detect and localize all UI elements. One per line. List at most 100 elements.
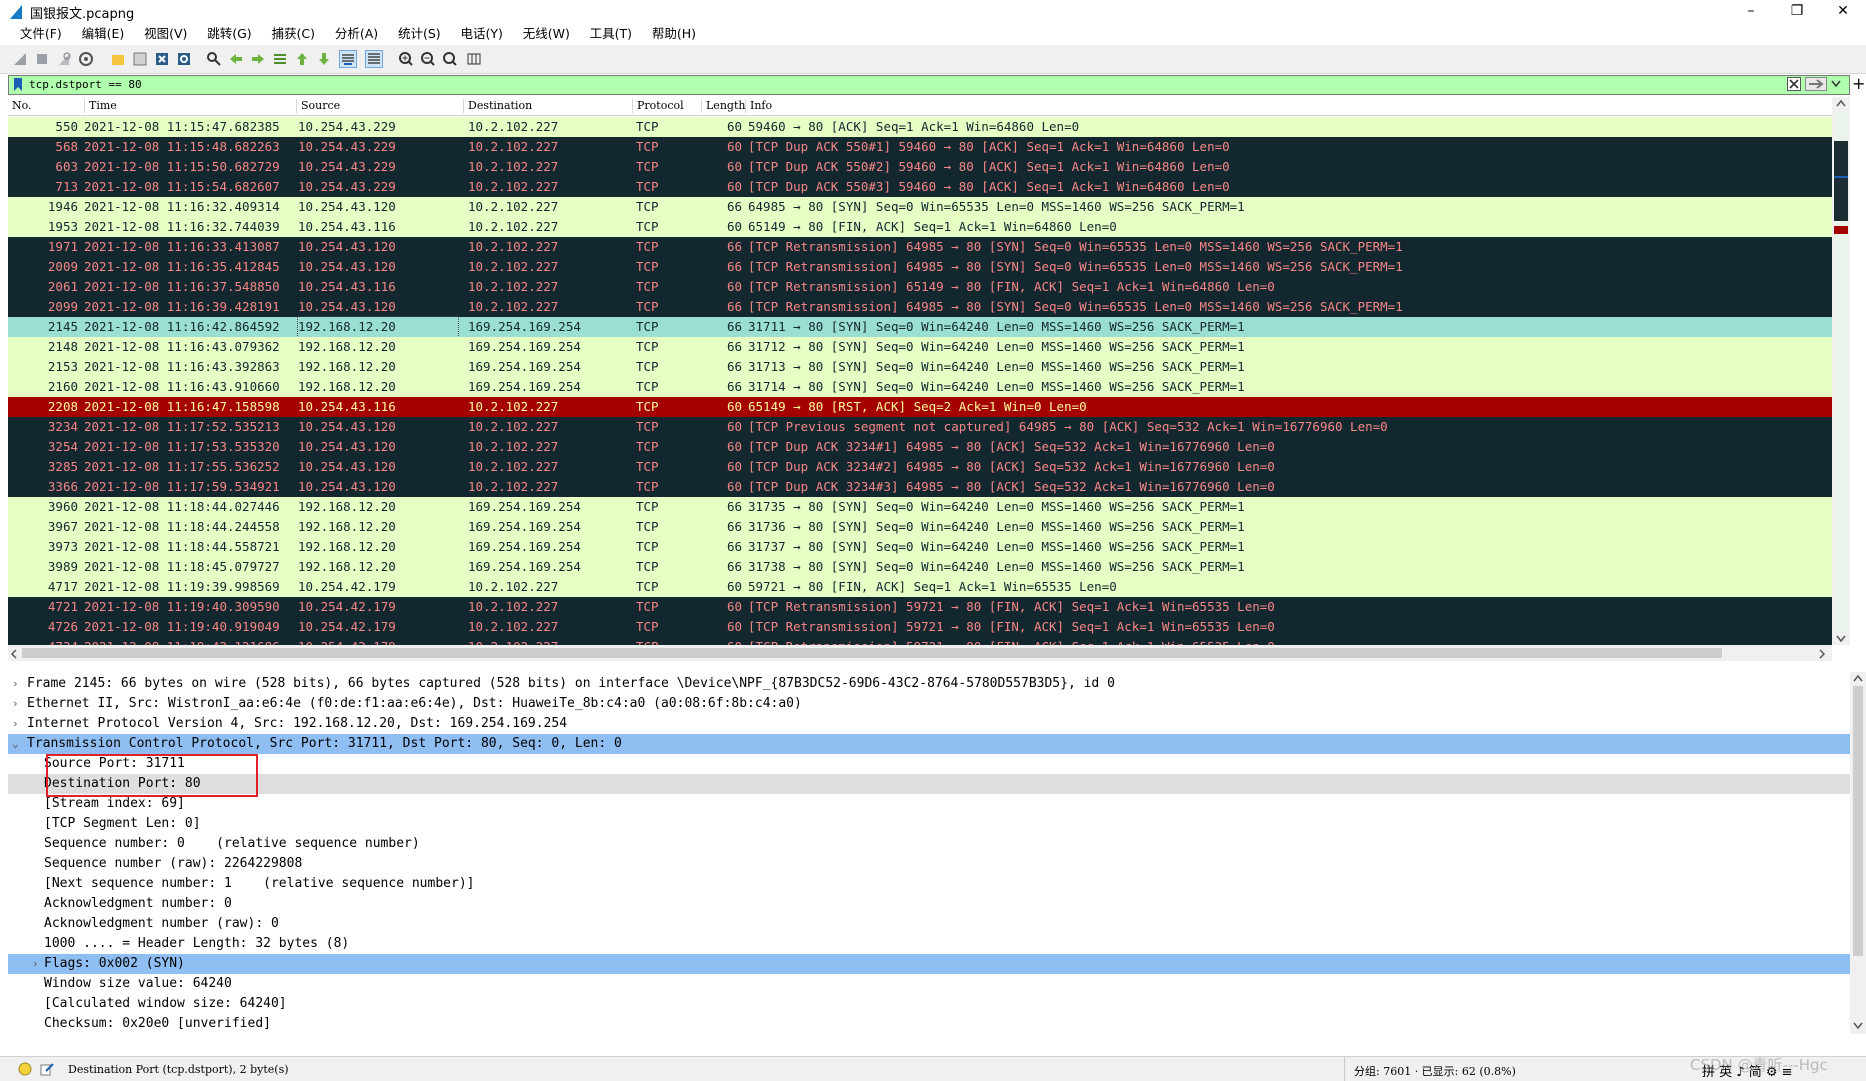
last-packet-icon[interactable] xyxy=(316,51,332,67)
menu-capture[interactable]: 捕获(C) xyxy=(264,23,323,45)
edit-comment-icon[interactable] xyxy=(40,1062,54,1076)
go-forward-icon[interactable] xyxy=(250,51,266,67)
menu-analyze[interactable]: 分析(A) xyxy=(327,23,386,45)
reload-file-icon[interactable] xyxy=(176,51,192,67)
column-header-protocol[interactable]: Protocol xyxy=(632,99,684,113)
packet-row[interactable]: 1953 2021-12-08 11:16:32.744039 10.254.43.… xyxy=(8,217,1832,237)
menu-file[interactable]: 文件(F) xyxy=(12,23,70,45)
detail-tree-item[interactable]: [Stream index: 69] xyxy=(8,794,1850,814)
resize-columns-icon[interactable] xyxy=(466,51,482,67)
packet-row[interactable]: 4726 2021-12-08 11:19:40.919049 10.254.42.… xyxy=(8,617,1832,637)
details-scroll-down-icon[interactable] xyxy=(1853,1022,1863,1030)
scroll-left-icon[interactable] xyxy=(10,649,18,659)
expand-chevron-icon[interactable]: › xyxy=(12,714,19,734)
packet-row[interactable]: 3973 2021-12-08 11:18:44.558721 192.168.12… xyxy=(8,537,1832,557)
packet-row[interactable]: 4721 2021-12-08 11:19:40.309590 10.254.42.… xyxy=(8,597,1832,617)
clear-filter-icon[interactable] xyxy=(1787,77,1801,91)
close-file-icon[interactable] xyxy=(154,51,170,67)
capture-options-icon[interactable] xyxy=(78,51,94,67)
packet-row[interactable]: 713 2021-12-08 11:15:54.682607 10.254.43.2… xyxy=(8,177,1832,197)
packet-list-horizontal-scrollbar[interactable] xyxy=(8,645,1832,661)
add-filter-button[interactable]: + xyxy=(1852,74,1865,93)
open-file-icon[interactable] xyxy=(110,51,126,67)
restart-capture-icon[interactable] xyxy=(56,51,72,67)
packet-row[interactable]: 2148 2021-12-08 11:16:43.079362 192.168.12… xyxy=(8,337,1832,357)
detail-tree-item[interactable]: › Internet Protocol Version 4, Src: 192.1… xyxy=(8,714,1850,734)
column-header-destination[interactable]: Destination xyxy=(463,99,532,113)
packet-row[interactable]: 3366 2021-12-08 11:17:59.534921 10.254.43.… xyxy=(8,477,1832,497)
go-back-icon[interactable] xyxy=(228,51,244,67)
packet-row[interactable]: 3960 2021-12-08 11:18:44.027446 192.168.12… xyxy=(8,497,1832,517)
packet-row[interactable]: 3234 2021-12-08 11:17:52.535213 10.254.43.… xyxy=(8,417,1832,437)
collapse-chevron-icon[interactable]: ⌄ xyxy=(12,734,19,754)
menu-view[interactable]: 视图(V) xyxy=(136,23,195,45)
packet-map-minimap[interactable] xyxy=(1834,111,1848,631)
menu-telephony[interactable]: 电话(Y) xyxy=(453,23,511,45)
save-file-icon[interactable] xyxy=(132,51,148,67)
detail-tree-item[interactable]: Checksum: 0x20e0 [unverified] xyxy=(8,1014,1850,1034)
packet-row[interactable]: 568 2021-12-08 11:15:48.682263 10.254.43.2… xyxy=(8,137,1832,157)
menu-edit[interactable]: 编辑(E) xyxy=(74,23,133,45)
detail-tree-item[interactable]: Source Port: 31711 xyxy=(8,754,1850,774)
autoscroll-icon[interactable] xyxy=(339,50,357,68)
packet-row[interactable]: 2153 2021-12-08 11:16:43.392863 192.168.12… xyxy=(8,357,1832,377)
details-vertical-scrollbar[interactable] xyxy=(1850,672,1866,1034)
packet-row[interactable]: 2009 2021-12-08 11:16:35.412845 10.254.43.… xyxy=(8,257,1832,277)
details-scroll-up-icon[interactable] xyxy=(1853,674,1863,682)
normal-size-icon[interactable] xyxy=(442,51,458,67)
details-scroll-thumb[interactable] xyxy=(1853,686,1863,956)
detail-tree-item[interactable]: › Flags: 0x002 (SYN) xyxy=(8,954,1850,974)
packet-row[interactable]: 2099 2021-12-08 11:16:39.428191 10.254.43.… xyxy=(8,297,1832,317)
packet-row[interactable]: 550 2021-12-08 11:15:47.682385 10.254.43.2… xyxy=(8,117,1832,137)
detail-tree-item[interactable]: [TCP Segment Len: 0] xyxy=(8,814,1850,834)
close-button[interactable]: ✕ xyxy=(1820,0,1866,23)
menu-statistics[interactable]: 统计(S) xyxy=(390,23,449,45)
menu-help[interactable]: 帮助(H) xyxy=(644,23,704,45)
first-packet-icon[interactable] xyxy=(294,51,310,67)
column-header-time[interactable]: Time xyxy=(84,99,117,113)
detail-tree-item[interactable]: Destination Port: 80 xyxy=(8,774,1850,794)
scroll-right-icon[interactable] xyxy=(1818,649,1826,659)
detail-tree-item[interactable]: Acknowledgment number (raw): 0 xyxy=(8,914,1850,934)
expert-info-icon[interactable] xyxy=(18,1062,32,1076)
detail-tree-item[interactable]: › Frame 2145: 66 bytes on wire (528 bits)… xyxy=(8,674,1850,694)
bookmark-icon[interactable] xyxy=(13,78,23,91)
packet-row[interactable]: 3254 2021-12-08 11:17:53.535320 10.254.43.… xyxy=(8,437,1832,457)
packet-row[interactable]: 3967 2021-12-08 11:18:44.244558 192.168.12… xyxy=(8,517,1832,537)
menu-tools[interactable]: 工具(T) xyxy=(582,23,640,45)
expand-chevron-icon[interactable]: › xyxy=(12,674,19,694)
go-to-packet-icon[interactable] xyxy=(272,51,288,67)
stop-capture-icon[interactable] xyxy=(34,51,50,67)
display-filter-input[interactable] xyxy=(29,76,1769,92)
packet-row[interactable]: 603 2021-12-08 11:15:50.682729 10.254.43.2… xyxy=(8,157,1832,177)
packet-row[interactable]: 2061 2021-12-08 11:16:37.548850 10.254.43.… xyxy=(8,277,1832,297)
column-header-info[interactable]: Info xyxy=(745,99,772,113)
detail-tree-item[interactable]: 1000 .... = Header Length: 32 bytes (8) xyxy=(8,934,1850,954)
expand-chevron-icon[interactable]: › xyxy=(32,954,39,974)
menu-go[interactable]: 跳转(G) xyxy=(199,23,259,45)
detail-tree-item[interactable]: Acknowledgment number: 0 xyxy=(8,894,1850,914)
find-packet-icon[interactable] xyxy=(206,51,222,67)
start-capture-icon[interactable] xyxy=(12,51,28,67)
packet-row[interactable]: 3989 2021-12-08 11:18:45.079727 192.168.12… xyxy=(8,557,1832,577)
expand-chevron-icon[interactable]: › xyxy=(12,694,19,714)
horizontal-scroll-thumb[interactable] xyxy=(22,648,1722,658)
column-header-length[interactable]: Length xyxy=(701,99,745,113)
packet-row[interactable]: 1946 2021-12-08 11:16:32.409314 10.254.43.… xyxy=(8,197,1832,217)
packet-row[interactable]: 4734 2021-12-08 11:19:42.121686 10.254.42.… xyxy=(8,637,1832,645)
scroll-down-icon[interactable] xyxy=(1836,635,1846,643)
packet-list-vertical-scrollbar[interactable] xyxy=(1832,97,1850,645)
minimize-button[interactable]: – xyxy=(1728,0,1774,23)
detail-tree-item[interactable]: › Ethernet II, Src: WistronI_aa:e6:4e (f0… xyxy=(8,694,1850,714)
scroll-up-icon[interactable] xyxy=(1836,99,1846,107)
colorize-icon[interactable] xyxy=(365,50,383,68)
apply-filter-icon[interactable] xyxy=(1805,77,1827,91)
menu-wireless[interactable]: 无线(W) xyxy=(515,23,578,45)
packet-row[interactable]: 2160 2021-12-08 11:16:43.910660 192.168.12… xyxy=(8,377,1832,397)
detail-tree-item[interactable]: Sequence number (raw): 2264229808 xyxy=(8,854,1850,874)
zoom-out-icon[interactable] xyxy=(420,51,436,67)
packet-row[interactable]: 2145 2021-12-08 11:16:42.864592 192.168.12… xyxy=(8,316,1832,338)
packet-row[interactable]: 1971 2021-12-08 11:16:33.413087 10.254.43.… xyxy=(8,237,1832,257)
detail-tree-item[interactable]: [Next sequence number: 1 (relative seque… xyxy=(8,874,1850,894)
packet-row[interactable]: 3285 2021-12-08 11:17:55.536252 10.254.43.… xyxy=(8,457,1832,477)
